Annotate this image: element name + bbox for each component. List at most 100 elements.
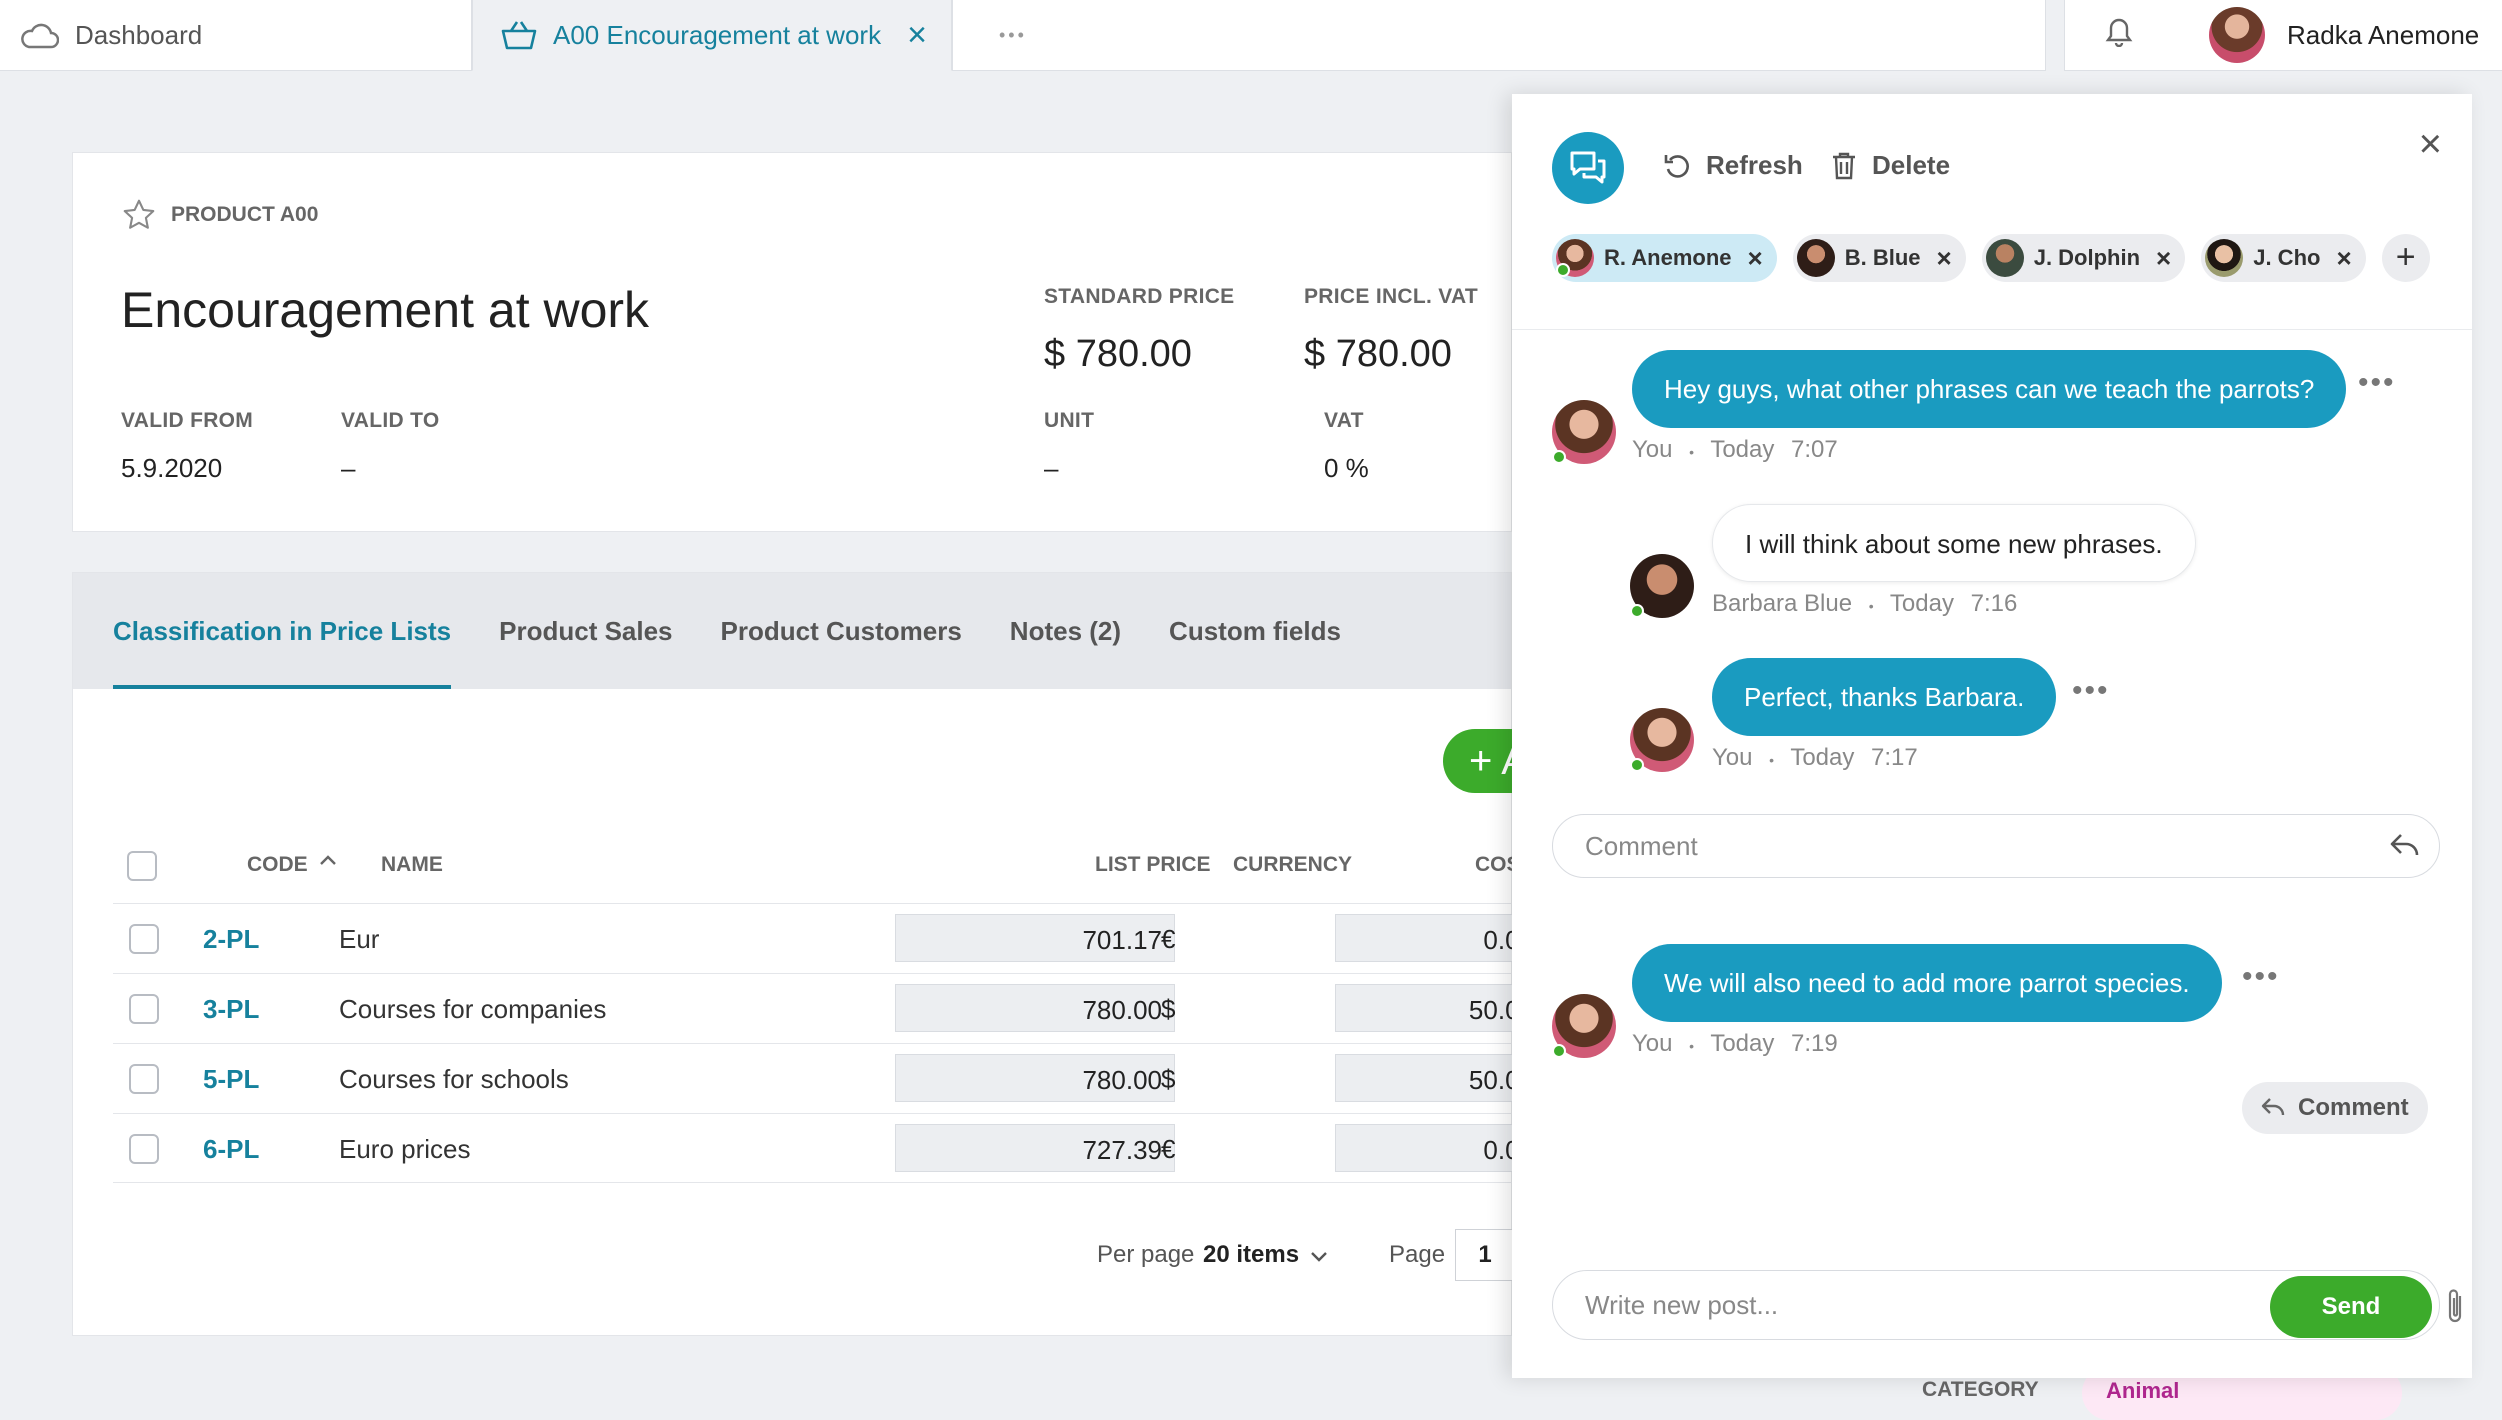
- remove-participant-icon[interactable]: ×: [2336, 243, 2351, 274]
- column-list-price[interactable]: LIST PRICE: [1095, 853, 1211, 877]
- unit-value: –: [1044, 453, 1059, 483]
- list-price-input[interactable]: 727.39: [895, 1124, 1175, 1172]
- chevron-down-icon[interactable]: [1309, 1243, 1329, 1271]
- row-code-link[interactable]: 6-PL: [203, 1134, 259, 1165]
- message-meta: You • Today 7:19: [1632, 1030, 1838, 1058]
- tab-product[interactable]: A00 Encouragement at work ×: [472, 0, 952, 71]
- row-currency: $: [1161, 994, 1176, 1024]
- column-name[interactable]: NAME: [381, 853, 443, 877]
- bell-icon[interactable]: [2105, 17, 2133, 54]
- row-checkbox[interactable]: [129, 1134, 159, 1164]
- participant-name: J. Dolphin: [2033, 245, 2141, 270]
- star-icon[interactable]: [121, 197, 157, 233]
- reply-icon[interactable]: [2389, 831, 2421, 859]
- row-checkbox[interactable]: [129, 1064, 159, 1094]
- paperclip-icon[interactable]: [2444, 1286, 2466, 1331]
- participant-chip[interactable]: B. Blue ×: [1792, 234, 1966, 282]
- participant-list: R. Anemone × B. Blue × J. Dolphin × J. C…: [1552, 234, 2430, 282]
- message-bubble: Perfect, thanks Barbara.: [1712, 658, 2057, 736]
- online-indicator: [1630, 604, 1644, 618]
- standard-price-label: STANDARD PRICE: [1044, 285, 1235, 308]
- message-bubble: Hey guys, what other phrases can we teac…: [1632, 350, 2347, 428]
- delete-button[interactable]: Delete: [1830, 150, 1950, 181]
- comment-placeholder: Comment: [1585, 831, 1698, 861]
- list-price-input[interactable]: 701.17: [895, 914, 1175, 962]
- participant-chip[interactable]: R. Anemone ×: [1552, 234, 1777, 282]
- tab-more[interactable]: •••: [952, 0, 2046, 71]
- select-all-checkbox[interactable]: [127, 851, 157, 881]
- tab-custom-fields[interactable]: Custom fields: [1169, 573, 1341, 689]
- message-avatar: [1552, 400, 1616, 464]
- vat-value: 0 %: [1324, 453, 1369, 483]
- message-menu-icon[interactable]: •••: [2358, 366, 2396, 400]
- standard-price-value: $ 780.00: [1044, 333, 1192, 375]
- new-post-placeholder: Write new post...: [1585, 1290, 1779, 1320]
- valid-from-label: VALID FROM: [121, 409, 254, 432]
- message-avatar: [1630, 708, 1694, 772]
- participant-avatar: [2205, 239, 2244, 277]
- product-code: PRODUCT A00: [171, 203, 319, 226]
- table-row[interactable]: 5-PL Courses for schools 780.00 $ 50.00: [113, 1043, 1547, 1113]
- participant-chip[interactable]: J. Dolphin ×: [1981, 234, 2186, 282]
- column-code[interactable]: CODE: [247, 853, 308, 877]
- basket-icon: [501, 19, 537, 51]
- row-code-link[interactable]: 2-PL: [203, 924, 259, 955]
- message-author: You: [1632, 1030, 1673, 1057]
- add-participant-button[interactable]: +: [2381, 234, 2430, 282]
- message-menu-icon[interactable]: •••: [2072, 674, 2110, 708]
- message-author: You: [1712, 744, 1753, 771]
- subtab-bar: Classification in Price Lists Product Sa…: [73, 573, 1511, 689]
- tab-product-sales[interactable]: Product Sales: [499, 573, 672, 689]
- sort-asc-icon[interactable]: [319, 849, 337, 873]
- row-code-link[interactable]: 3-PL: [203, 994, 259, 1025]
- tab-dashboard[interactable]: Dashboard: [0, 0, 472, 71]
- price-lists-card: Classification in Price Lists Product Sa…: [72, 572, 1553, 1336]
- message-meta: You • Today 7:07: [1632, 436, 1838, 464]
- online-indicator: [1552, 1044, 1566, 1058]
- online-indicator: [1630, 758, 1644, 772]
- list-price-input[interactable]: 780.00: [895, 984, 1175, 1032]
- column-currency[interactable]: CURRENCY: [1233, 853, 1352, 877]
- meta-separator: •: [1689, 444, 1695, 460]
- tab-product-customers[interactable]: Product Customers: [721, 573, 962, 689]
- row-checkbox[interactable]: [129, 924, 159, 954]
- per-page-select[interactable]: 20 items: [1203, 1241, 1299, 1269]
- participant-avatar: [1796, 239, 1835, 277]
- remove-participant-icon[interactable]: ×: [2156, 243, 2171, 274]
- reply-comment-button[interactable]: Comment: [2242, 1082, 2428, 1134]
- remove-participant-icon[interactable]: ×: [1748, 243, 1763, 274]
- table-header: CODE NAME LIST PRICE CURRENCY COSTS: [113, 841, 1547, 891]
- table-row[interactable]: 6-PL Euro prices 727.39 € 0.00: [113, 1113, 1547, 1183]
- send-button[interactable]: Send: [2270, 1276, 2432, 1338]
- participant-name: B. Blue: [1844, 245, 1921, 270]
- message-meta: You • Today 7:17: [1712, 744, 1918, 772]
- participant-chip[interactable]: J. Cho ×: [2201, 234, 2366, 282]
- message-day: Today: [1710, 436, 1775, 463]
- reply-icon: [2261, 1098, 2285, 1116]
- chat-icon: [1552, 132, 1624, 204]
- tab-notes[interactable]: Notes (2): [1010, 573, 1121, 689]
- refresh-button[interactable]: Refresh: [1662, 150, 1803, 181]
- refresh-icon: [1664, 154, 1689, 178]
- refresh-label: Refresh: [1706, 150, 1803, 180]
- page-input[interactable]: 1: [1455, 1229, 1515, 1281]
- comment-input[interactable]: Comment: [1552, 814, 2440, 878]
- remove-participant-icon[interactable]: ×: [1937, 243, 1952, 274]
- meta-separator: •: [1769, 752, 1775, 768]
- close-panel-icon[interactable]: ×: [2419, 124, 2442, 164]
- message-avatar: [1630, 554, 1694, 618]
- discussion-header: Refresh Delete × R. Anemone × B. Blue × …: [1512, 94, 2472, 330]
- table-row[interactable]: 2-PL Eur 701.17 € 0.00: [113, 903, 1547, 973]
- discussion-panel: Refresh Delete × R. Anemone × B. Blue × …: [1512, 94, 2472, 1378]
- meta-separator: •: [1868, 598, 1874, 614]
- list-price-input[interactable]: 780.00: [895, 1054, 1175, 1102]
- tab-classification[interactable]: Classification in Price Lists: [113, 573, 452, 689]
- row-checkbox[interactable]: [129, 994, 159, 1024]
- row-code-link[interactable]: 5-PL: [203, 1064, 259, 1095]
- user-menu[interactable]: Radka Anemone: [2064, 0, 2502, 71]
- close-tab-icon[interactable]: ×: [907, 18, 927, 52]
- table-row[interactable]: 3-PL Courses for companies 780.00 $ 50.0…: [113, 973, 1547, 1043]
- message-menu-icon[interactable]: •••: [2242, 960, 2280, 994]
- message-meta: Barbara Blue • Today 7:16: [1712, 590, 2017, 618]
- product-header-card: PRODUCT A00 Encouragement at work VALID …: [72, 152, 1512, 532]
